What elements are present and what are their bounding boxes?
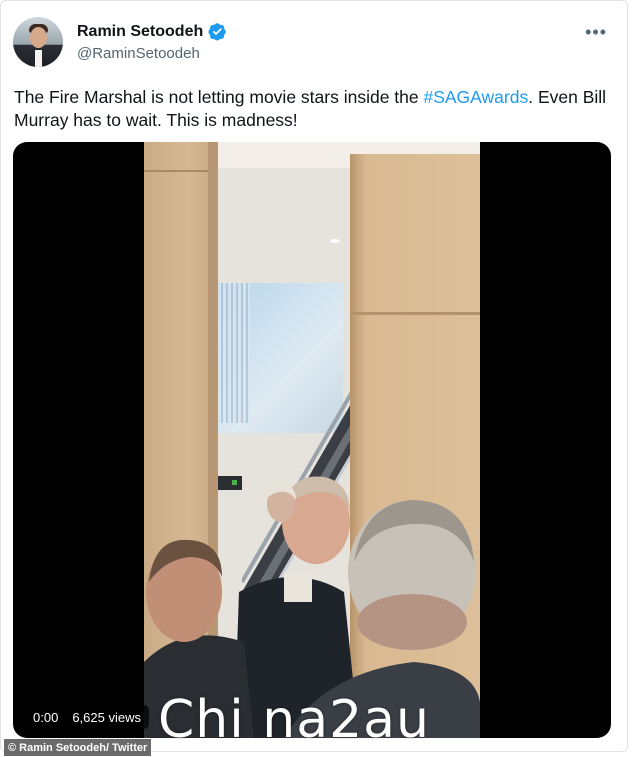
ceiling-light <box>330 239 340 243</box>
video-frame <box>144 142 480 738</box>
video-stats-overlay: 0:00 6,625 views <box>25 705 149 729</box>
tweet-text-part-1: The Fire Marshal is not letting movie st… <box>14 87 424 107</box>
avatar[interactable] <box>13 17 63 67</box>
author-name-row[interactable]: Ramin Setoodeh <box>77 22 227 41</box>
video-view-count: 6,625 views <box>72 709 141 725</box>
wall-seam <box>144 170 218 172</box>
more-horizontal-icon[interactable]: ••• <box>585 22 607 43</box>
video-timestamp: 0:00 <box>33 709 59 725</box>
hashtag-link[interactable]: #SAGAwards <box>423 87 528 107</box>
watermark: Chi na2au <box>158 690 430 750</box>
author-handle[interactable]: @RaminSetoodeh <box>77 45 200 62</box>
photo-credit: © Ramin Setoodeh/ Twitter <box>4 739 152 756</box>
author-display-name[interactable]: Ramin Setoodeh <box>77 23 203 41</box>
tweet-text: The Fire Marshal is not letting movie st… <box>14 86 614 132</box>
tweet-card[interactable]: Ramin Setoodeh @RaminSetoodeh ••• The Fi… <box>0 0 628 752</box>
avatar-shirt <box>35 50 42 67</box>
avatar-face <box>30 27 47 48</box>
verified-badge-icon <box>208 23 227 41</box>
video-player[interactable]: 0:00 6,625 views <box>13 142 611 738</box>
wall-seam <box>350 312 480 315</box>
